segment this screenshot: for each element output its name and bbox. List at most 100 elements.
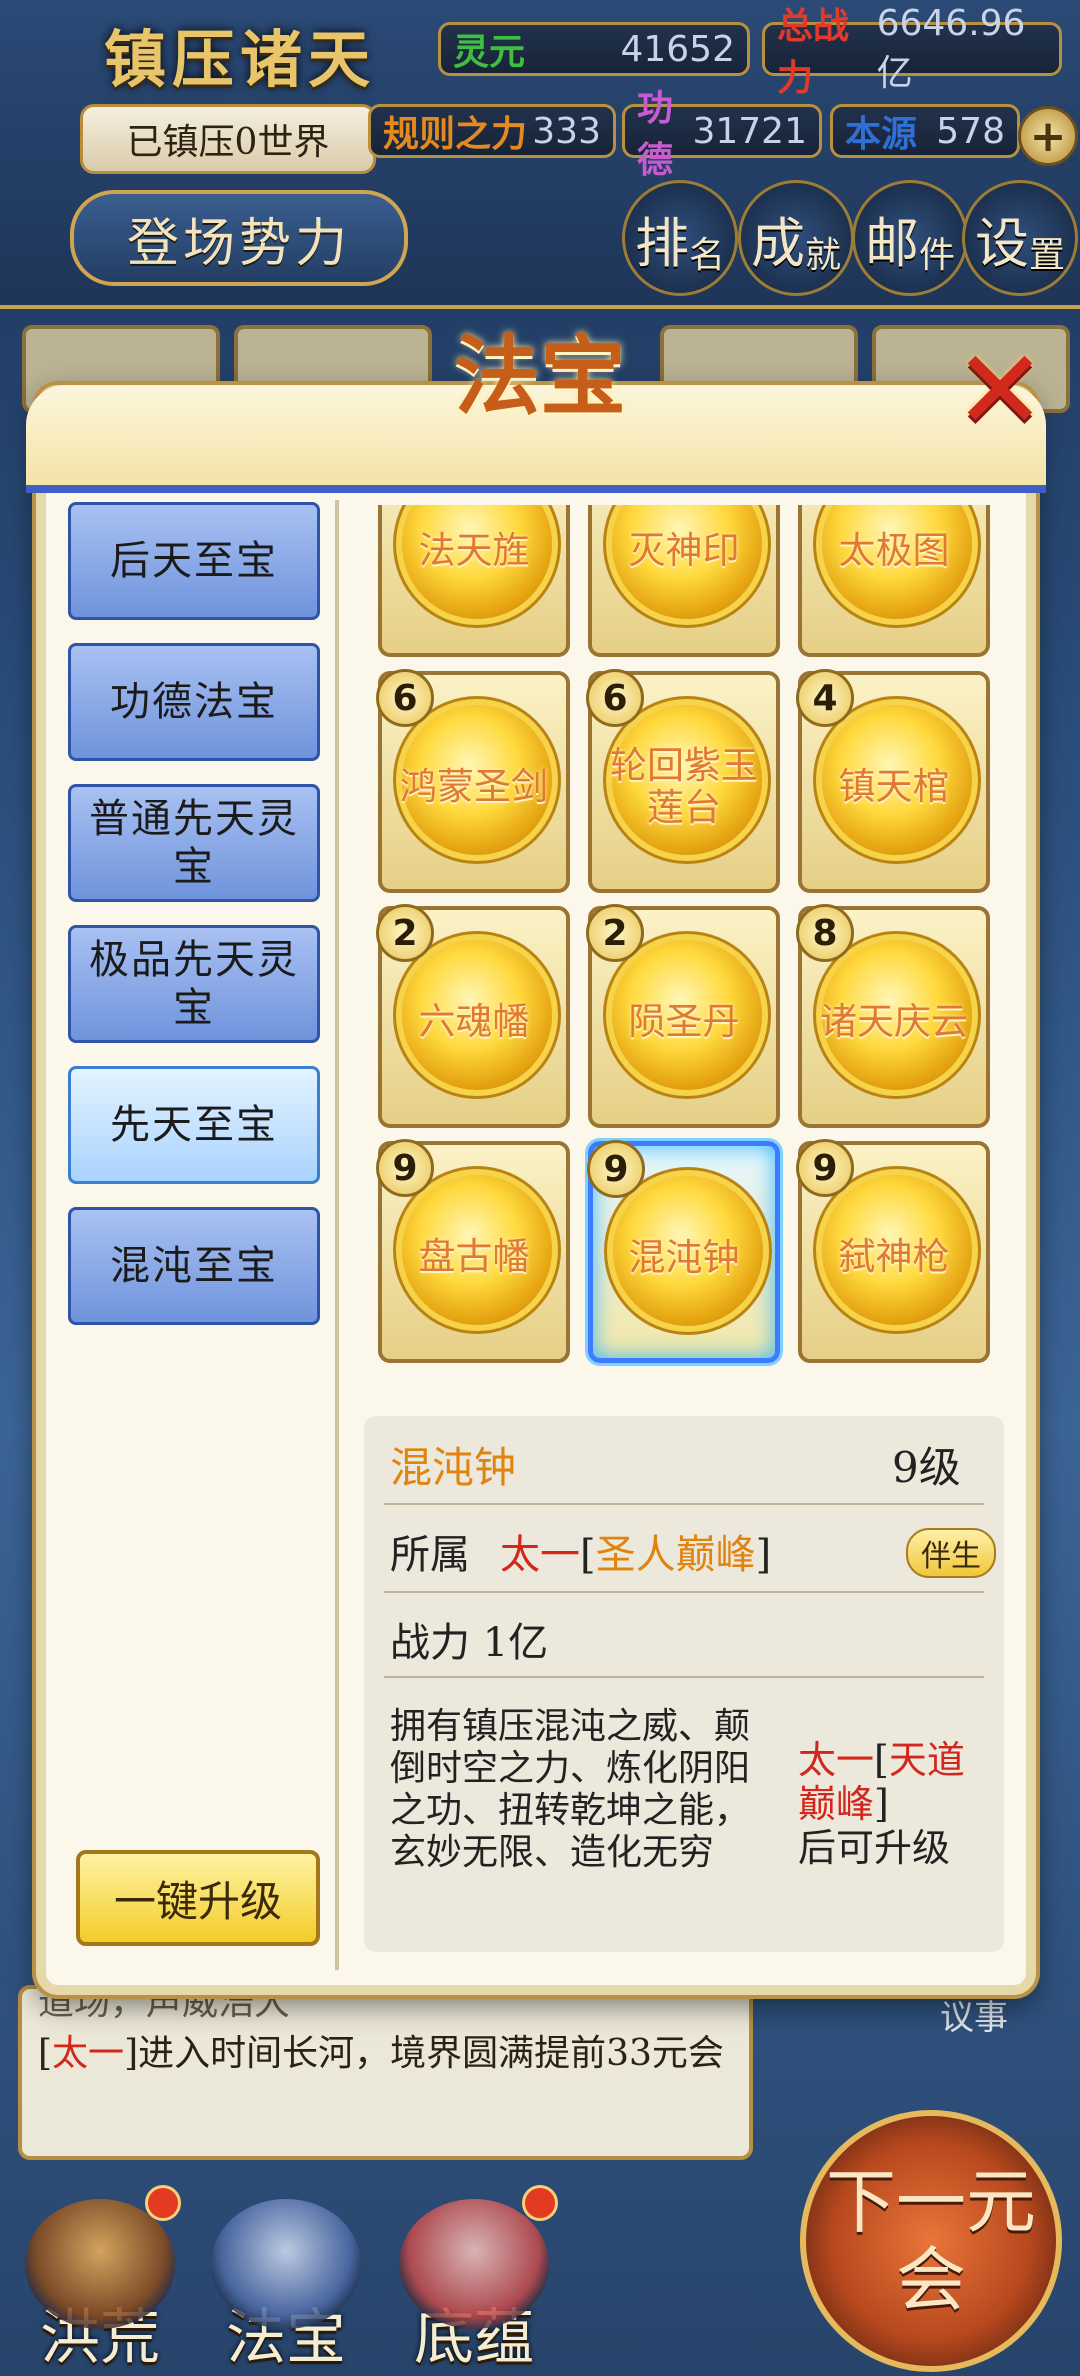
nav-fabao[interactable]: 法宝 xyxy=(196,2180,376,2376)
side-tag[interactable]: 议事 xyxy=(940,1990,1008,2039)
treasure-card-name: 轮回紫玉莲台 xyxy=(610,744,758,829)
one-key-upgrade-button[interactable]: 一键升级 xyxy=(76,1850,320,1946)
resource-total-power: 总战力 6646.96亿 xyxy=(762,3,1062,99)
log-text: 进入时间长河，境界圆满提前33元会 xyxy=(138,2033,724,2074)
treasure-description: 拥有镇压混沌之威、颠倒时空之力、炼化阴阳之功、扭转乾坤之能，玄妙无限、造化无穷 xyxy=(390,1706,751,1873)
power-label: 战力 xyxy=(390,1620,470,1666)
treasure-card[interactable]: 镇天棺 4 xyxy=(796,669,990,893)
resource-merit: 功德 31721 xyxy=(622,88,822,181)
divider xyxy=(335,500,339,1970)
resource-label: 本源 xyxy=(845,114,918,155)
notification-dot xyxy=(522,2185,558,2221)
treasure-grid: 法天旌 灭神印 太极图 鸿蒙圣剑 6 轮回紫玉莲台 6 镇天棺 4 六魂幡 2 陨圣丹 2 诸天庆云 8 盘古… xyxy=(370,505,1000,1405)
treasure-card[interactable]: 灭神印 xyxy=(588,505,780,657)
resource-value: 41652 xyxy=(620,28,735,70)
treasure-level: 9级 xyxy=(892,1443,961,1492)
info-divider xyxy=(384,1503,984,1505)
treasure-card-name: 鸿蒙圣剑 xyxy=(400,765,548,808)
treasure-card[interactable]: 诸天庆云 8 xyxy=(796,904,990,1128)
treasure-card-name: 镇天棺 xyxy=(838,765,950,808)
treasure-card[interactable]: 混沌钟 9 xyxy=(587,1140,780,1363)
category-xiantian-zhibao[interactable]: 先天至宝 xyxy=(68,1066,320,1184)
button-glyph: 置 xyxy=(1028,235,1065,276)
ranking-button[interactable]: 排名 xyxy=(622,180,738,296)
resource-label: 灵元 xyxy=(453,32,526,73)
power: 战力 1亿 xyxy=(390,1610,548,1668)
treasure-card[interactable]: 鸿蒙圣剑 6 xyxy=(376,669,570,893)
button-glyph: 成 xyxy=(750,211,805,275)
level-badge: 4 xyxy=(796,669,854,727)
button-glyph: 排 xyxy=(634,211,689,275)
info-divider xyxy=(384,1591,984,1593)
treasure-card[interactable]: 弑神枪 9 xyxy=(796,1139,990,1363)
resource-value: 6646.96亿 xyxy=(876,2,1026,94)
faction-button[interactable]: 登场势力 xyxy=(70,190,408,286)
honghuang-icon xyxy=(25,2199,175,2329)
treasure-card-name: 灭神印 xyxy=(628,529,740,572)
category-putong-xiantian[interactable]: 普通先天灵宝 xyxy=(68,784,320,902)
event-log: 道场，声威浩大 [太一]进入时间长河，境界圆满提前33元会 xyxy=(18,1985,753,2160)
treasure-name: 混沌钟 xyxy=(390,1443,517,1492)
close-icon[interactable]: ✕ xyxy=(954,326,1046,454)
next-era-button[interactable]: 下一元会 xyxy=(800,2110,1062,2372)
resource-label: 规则之力 xyxy=(383,114,528,155)
level-badge: 6 xyxy=(376,669,434,727)
category-hundun-zhibao[interactable]: 混沌至宝 xyxy=(68,1207,320,1325)
treasure-card[interactable]: 陨圣丹 2 xyxy=(586,904,780,1128)
treasure-card-name: 六魂幡 xyxy=(418,1000,530,1043)
settings-button[interactable]: 设置 xyxy=(962,180,1078,296)
category-jipin-xiantian[interactable]: 极品先天灵宝 xyxy=(68,925,320,1043)
level-badge: 9 xyxy=(587,1140,645,1198)
owner-rank: 圣人巅峰 xyxy=(595,1532,756,1578)
resource-label: 功德 xyxy=(637,88,674,181)
owner: 太一[圣人巅峰] xyxy=(500,1532,772,1578)
level-badge: 9 xyxy=(796,1139,854,1197)
resource-rule-power: 规则之力 333 xyxy=(368,104,616,158)
button-glyph: 名 xyxy=(688,235,725,276)
button-glyph: 设 xyxy=(974,211,1029,275)
req-owner: 太一 xyxy=(798,1738,875,1782)
treasure-card-name: 法天旌 xyxy=(418,529,530,572)
belong-label: 所属 xyxy=(390,1532,470,1578)
level-badge: 8 xyxy=(796,904,854,962)
add-resource-button[interactable]: + xyxy=(1018,106,1078,166)
achievement-button[interactable]: 成就 xyxy=(738,180,854,296)
button-glyph: 就 xyxy=(804,235,841,276)
treasure-card-name: 陨圣丹 xyxy=(628,1000,740,1043)
resource-value: 31721 xyxy=(692,110,807,152)
treasure-card-name: 混沌钟 xyxy=(628,1236,740,1279)
treasure-card[interactable]: 太极图 xyxy=(798,505,990,657)
resource-label: 总战力 xyxy=(777,6,850,99)
dialog-title: 法宝 xyxy=(454,325,626,427)
mail-button[interactable]: 邮件 xyxy=(852,180,968,296)
level-badge: 6 xyxy=(586,669,644,727)
log-line: [太一]进入时间长河，境界圆满提前33元会 xyxy=(38,2033,724,2074)
bond-tag: 伴生 xyxy=(906,1528,996,1578)
category-houtian[interactable]: 后天至宝 xyxy=(68,502,320,620)
treasure-card-name: 盘古幡 xyxy=(418,1235,530,1278)
power-value: 1亿 xyxy=(482,1620,549,1666)
category-gongde[interactable]: 功德法宝 xyxy=(68,643,320,761)
resource-value: 578 xyxy=(936,110,1005,152)
owner-name: 太一 xyxy=(500,1532,580,1578)
treasure-card[interactable]: 盘古幡 9 xyxy=(376,1139,570,1363)
button-glyph: 件 xyxy=(918,235,955,276)
treasure-card-name: 弑神枪 xyxy=(838,1235,950,1278)
req-suffix: 后可升级 xyxy=(798,1826,951,1870)
suppressed-worlds-label: 已镇压0世界 xyxy=(80,104,376,174)
treasure-card-name: 太极图 xyxy=(838,529,950,572)
treasure-card[interactable]: 法天旌 xyxy=(378,505,570,657)
treasure-card-name: 诸天庆云 xyxy=(820,1000,968,1043)
treasure-card[interactable]: 六魂幡 2 xyxy=(376,904,570,1128)
level-badge: 2 xyxy=(376,904,434,962)
level-badge: 9 xyxy=(376,1139,434,1197)
resource-lingyuan: 灵元 41652 xyxy=(438,22,750,76)
button-glyph: 邮 xyxy=(864,211,919,275)
upgrade-requirement: 太一[天道巅峰] 后可升级 xyxy=(798,1738,965,1870)
resource-origin: 本源 578 xyxy=(830,104,1020,158)
diyun-icon xyxy=(399,2199,549,2329)
resource-value: 333 xyxy=(532,110,601,152)
notification-dot xyxy=(145,2185,181,2221)
fabao-icon xyxy=(211,2199,361,2329)
treasure-card[interactable]: 轮回紫玉莲台 6 xyxy=(586,669,780,893)
